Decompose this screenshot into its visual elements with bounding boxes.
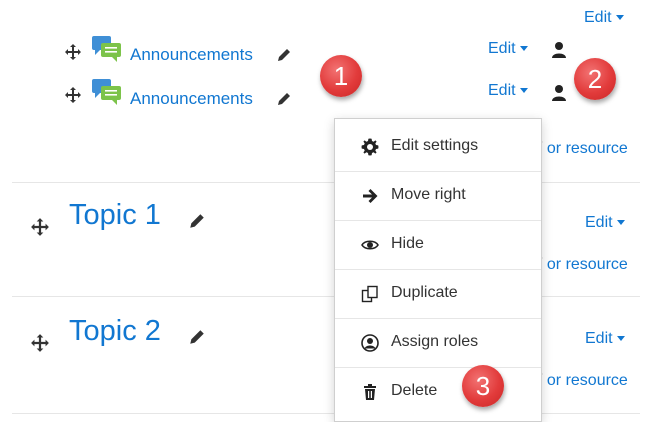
edit-dropdown-menu: Edit settings Move right Hide Duplicate … bbox=[334, 118, 542, 422]
forum-icon bbox=[92, 79, 121, 105]
edit-menu-activity-2[interactable]: Edit bbox=[488, 82, 528, 100]
activity-row: Announcements bbox=[64, 36, 290, 72]
user-icon[interactable] bbox=[551, 84, 567, 102]
add-activity-link[interactable]: / or resource bbox=[538, 372, 628, 390]
pencil-icon[interactable] bbox=[188, 212, 206, 230]
eye-icon bbox=[361, 240, 379, 250]
menu-item-label: Delete bbox=[391, 382, 438, 399]
activity-link[interactable]: Announcements bbox=[130, 89, 253, 109]
menu-item-edit-settings[interactable]: Edit settings bbox=[335, 123, 541, 171]
menu-item-move-right[interactable]: Move right bbox=[335, 171, 541, 219]
move-icon[interactable] bbox=[30, 333, 50, 353]
edit-menu-top[interactable]: Edit bbox=[584, 9, 624, 27]
move-icon[interactable] bbox=[64, 43, 82, 61]
menu-item-hide[interactable]: Hide bbox=[335, 220, 541, 268]
annotation-badge: 2 bbox=[574, 58, 616, 100]
add-activity-link[interactable]: / or resource bbox=[538, 256, 628, 274]
arrow-right-icon bbox=[363, 189, 378, 203]
user-icon[interactable] bbox=[551, 41, 567, 59]
move-icon[interactable] bbox=[30, 217, 50, 237]
edit-label: Edit bbox=[488, 82, 516, 99]
move-icon[interactable] bbox=[64, 86, 82, 104]
duplicate-icon bbox=[361, 285, 378, 303]
menu-item-assign-roles[interactable]: Assign roles bbox=[335, 318, 541, 366]
add-activity-link[interactable]: / or resource bbox=[538, 140, 628, 158]
caret-down-icon bbox=[519, 88, 528, 94]
menu-item-label: Assign roles bbox=[391, 333, 479, 350]
menu-item-label: Duplicate bbox=[391, 284, 458, 301]
pencil-icon[interactable] bbox=[188, 328, 206, 346]
forum-icon bbox=[92, 36, 121, 62]
section-divider bbox=[12, 296, 640, 297]
caret-down-icon bbox=[616, 336, 625, 342]
section-divider bbox=[12, 182, 640, 183]
caret-down-icon bbox=[615, 15, 624, 21]
edit-menu-activity-1[interactable]: Edit bbox=[488, 40, 528, 58]
pencil-icon[interactable] bbox=[276, 91, 292, 107]
add-activity-label: or resource bbox=[546, 372, 628, 389]
user-circle-icon bbox=[361, 334, 379, 352]
edit-menu-section-1[interactable]: Edit bbox=[585, 214, 625, 232]
edit-label: Edit bbox=[585, 330, 613, 347]
menu-item-label: Hide bbox=[391, 235, 424, 252]
annotation-badge: 1 bbox=[320, 55, 362, 97]
trash-icon bbox=[364, 384, 376, 400]
edit-label: Edit bbox=[584, 9, 612, 26]
menu-item-label: Move right bbox=[391, 186, 466, 203]
section-divider bbox=[12, 413, 640, 414]
gear-icon bbox=[361, 138, 379, 156]
add-activity-label: or resource bbox=[546, 140, 628, 157]
pencil-icon[interactable] bbox=[276, 47, 292, 63]
activity-row: Announcements bbox=[64, 79, 290, 116]
caret-down-icon bbox=[616, 220, 625, 226]
edit-label: Edit bbox=[585, 214, 613, 231]
menu-item-label: Edit settings bbox=[391, 137, 479, 154]
annotation-badge: 3 bbox=[462, 365, 504, 407]
edit-menu-section-2[interactable]: Edit bbox=[585, 330, 625, 348]
section-title[interactable]: Topic 1 bbox=[69, 199, 161, 232]
menu-item-duplicate[interactable]: Duplicate bbox=[335, 269, 541, 317]
menu-item-delete[interactable]: Delete bbox=[335, 367, 541, 415]
edit-label: Edit bbox=[488, 40, 516, 57]
add-activity-label: or resource bbox=[546, 256, 628, 273]
activity-link[interactable]: Announcements bbox=[130, 45, 253, 65]
caret-down-icon bbox=[519, 46, 528, 52]
section-title[interactable]: Topic 2 bbox=[69, 315, 161, 348]
